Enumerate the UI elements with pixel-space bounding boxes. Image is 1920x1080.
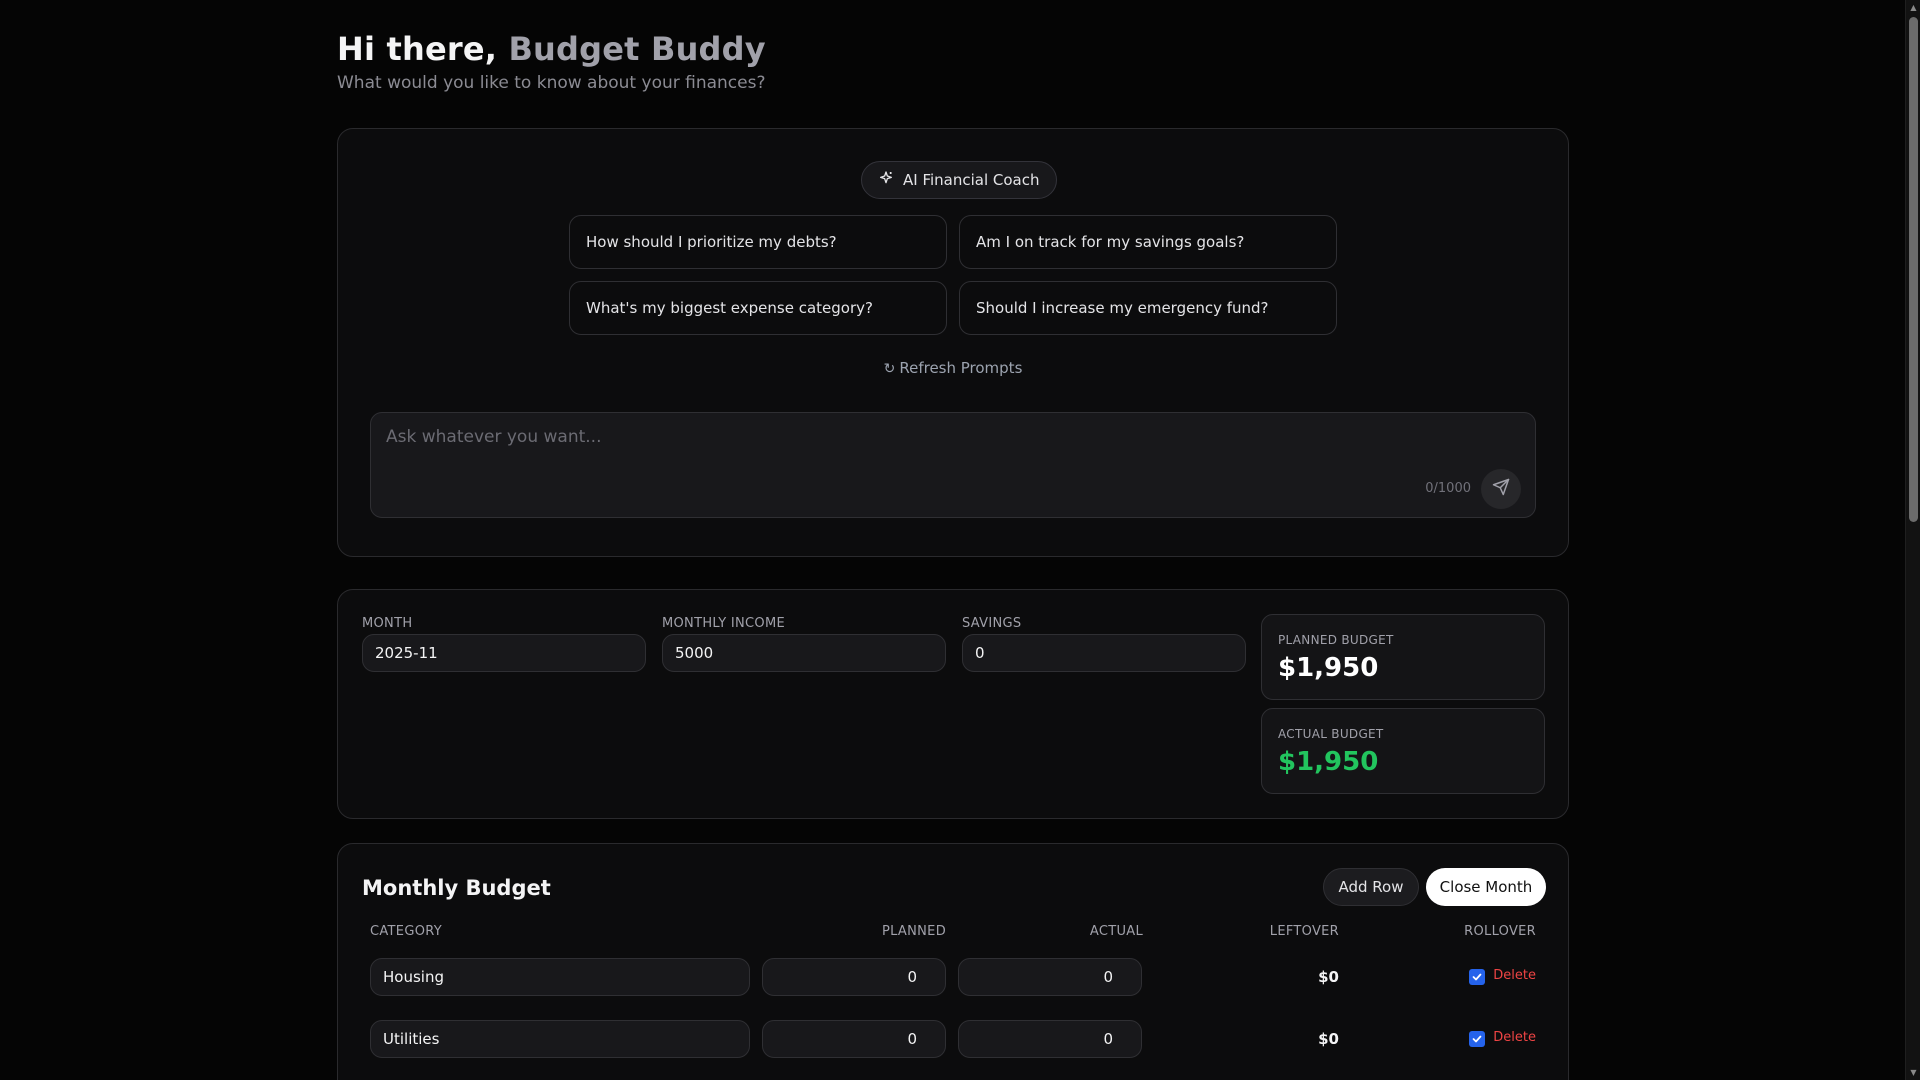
send-button[interactable] [1481, 469, 1521, 509]
column-header-rollover: ROLLOVER [1464, 924, 1536, 939]
ask-box: 0/1000 [370, 412, 1536, 518]
ai-coach-badge: AI Financial Coach [861, 161, 1057, 199]
page-subtitle: What would you like to know about your f… [337, 73, 766, 93]
rollover-checkbox[interactable] [1469, 969, 1485, 985]
refresh-prompts-label: Refresh Prompts [899, 359, 1023, 377]
refresh-icon: ↻ [883, 361, 896, 377]
monthly-income-input[interactable] [662, 634, 946, 672]
actual-input[interactable] [958, 1020, 1142, 1058]
ai-coach-card: AI Financial Coach How should I prioriti… [337, 128, 1569, 557]
planned-input[interactable] [762, 958, 946, 996]
budget-settings-card: MONTH MONTHLY INCOME SAVINGS PLANNED BUD… [337, 589, 1569, 819]
ai-coach-label: AI Financial Coach [903, 171, 1040, 189]
app-name: Budget Buddy [508, 30, 766, 68]
month-label: MONTH [362, 616, 413, 631]
table-row: $0 Delete [338, 1020, 1568, 1060]
month-input[interactable] [362, 634, 646, 672]
leftover-value: $0 [1318, 968, 1339, 986]
column-header-category: CATEGORY [370, 924, 442, 939]
leftover-value: $0 [1318, 1030, 1339, 1048]
category-input[interactable] [370, 958, 750, 996]
suggested-prompt[interactable]: What's my biggest expense category? [569, 281, 947, 335]
planned-budget-value: $1,950 [1278, 653, 1379, 683]
planned-budget-card: PLANNED BUDGET $1,950 [1261, 614, 1545, 700]
page: Hi there, Budget Buddy What would you li… [0, 0, 1920, 1080]
refresh-prompts-button[interactable]: ↻ Refresh Prompts [338, 359, 1568, 377]
suggested-prompt[interactable]: Am I on track for my savings goals? [959, 215, 1337, 269]
category-input[interactable] [370, 1020, 750, 1058]
suggested-prompt[interactable]: Should I increase my emergency fund? [959, 281, 1337, 335]
scroll-down-icon[interactable]: ▼ [1906, 1065, 1920, 1080]
monthly-budget-card: Monthly Budget Add Row Close Month CATEG… [337, 843, 1569, 1080]
delete-row-button[interactable]: Delete [1493, 968, 1536, 983]
close-month-button[interactable]: Close Month [1426, 868, 1546, 906]
page-title: Hi there, Budget Buddy [337, 30, 766, 68]
add-row-button[interactable]: Add Row [1323, 868, 1419, 906]
char-counter: 0/1000 [1425, 481, 1471, 496]
sparkle-icon [878, 170, 894, 190]
actual-budget-label: ACTUAL BUDGET [1278, 727, 1384, 741]
page-scrollbar[interactable]: ▲ ▼ [1905, 0, 1920, 1080]
monthly-income-label: MONTHLY INCOME [662, 616, 785, 631]
column-header-leftover: LEFTOVER [1269, 924, 1339, 939]
actual-budget-card: ACTUAL BUDGET $1,950 [1261, 708, 1545, 794]
scroll-up-icon[interactable]: ▲ [1906, 0, 1920, 15]
checkmark-icon [1472, 973, 1482, 981]
table-row: $0 Delete [338, 958, 1568, 998]
suggested-prompt[interactable]: How should I prioritize my debts? [569, 215, 947, 269]
rollover-checkbox[interactable] [1469, 1031, 1485, 1047]
planned-input[interactable] [762, 1020, 946, 1058]
monthly-budget-title: Monthly Budget [362, 876, 551, 900]
delete-row-button[interactable]: Delete [1493, 1030, 1536, 1045]
scrollbar-thumb[interactable] [1909, 17, 1918, 522]
planned-budget-label: PLANNED BUDGET [1278, 633, 1394, 647]
ask-input[interactable] [386, 427, 1386, 457]
savings-input[interactable] [962, 634, 1246, 672]
greeting-text: Hi there, [337, 30, 509, 68]
actual-input[interactable] [958, 958, 1142, 996]
savings-label: SAVINGS [962, 616, 1022, 631]
column-header-planned: PLANNED [881, 924, 946, 939]
column-header-actual: ACTUAL [1089, 924, 1143, 939]
checkmark-icon [1472, 1035, 1482, 1043]
actual-budget-value: $1,950 [1278, 747, 1379, 777]
send-icon [1492, 478, 1510, 500]
